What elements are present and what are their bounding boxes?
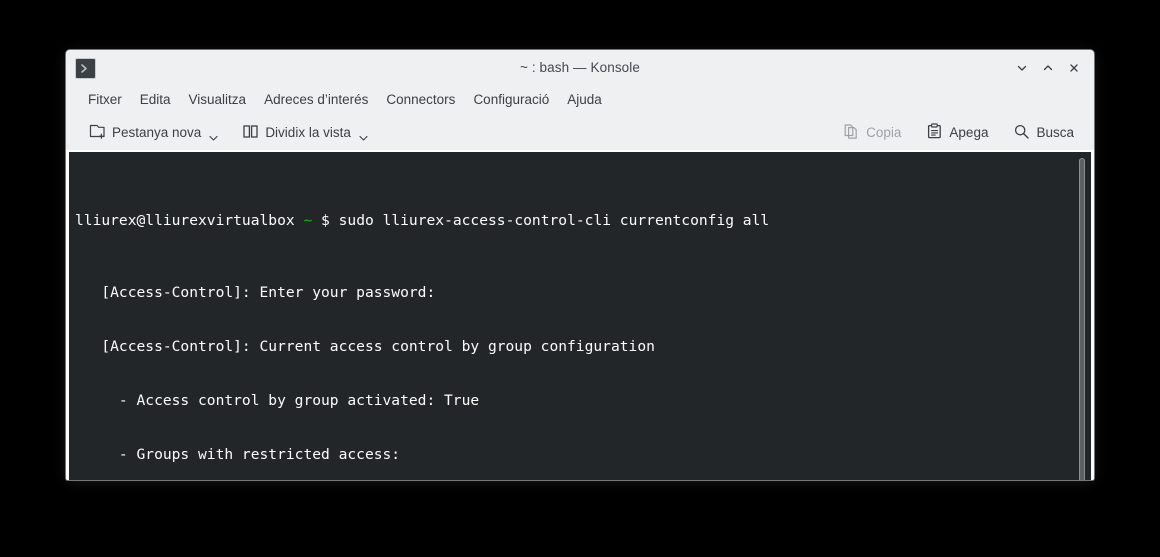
- maximize-button[interactable]: [1036, 56, 1060, 80]
- toolbar-right-group: Copia Apega: [838, 120, 1084, 144]
- menu-item-fitxer[interactable]: Fitxer: [79, 89, 131, 110]
- find-button[interactable]: Busca: [1008, 120, 1078, 144]
- chevron-down-icon[interactable]: [208, 133, 219, 144]
- konsole-window: ~ : bash — Konsole Fitxer Edita Visualit…: [66, 50, 1094, 480]
- paste-icon: [925, 123, 943, 141]
- new-tab-label: Pestanya nova: [112, 125, 201, 141]
- toolbar: Pestanya nova Dividix la vista: [66, 113, 1094, 150]
- scrollbar-thumb[interactable]: [1079, 158, 1085, 480]
- terminal-command: sudo lliurex-access-control-cli currentc…: [339, 212, 770, 229]
- find-label: Busca: [1036, 125, 1074, 141]
- terminal-output-line: [Access-Control]: Enter your password:: [75, 284, 1091, 302]
- split-view-icon: [241, 123, 259, 141]
- prompt-user-host: lliurex@lliurexvirtualbox: [75, 212, 295, 229]
- menu-item-visualitza[interactable]: Visualitza: [180, 89, 256, 110]
- terminal-view[interactable]: lliurex@lliurexvirtualbox ~ $ sudo lliur…: [69, 152, 1091, 480]
- terminal-text[interactable]: lliurex@lliurexvirtualbox ~ $ sudo lliur…: [69, 152, 1091, 480]
- terminal-prompt-icon: [75, 58, 96, 79]
- new-tab-button[interactable]: Pestanya nova: [84, 120, 223, 144]
- menu-item-connectors[interactable]: Connectors: [377, 89, 464, 110]
- new-tab-icon: [88, 123, 106, 141]
- terminal-prompt-line: lliurex@lliurexvirtualbox ~ $ sudo lliur…: [75, 212, 1091, 230]
- terminal-output-line: - Access control by group activated: Tru…: [75, 392, 1091, 410]
- copy-label: Copia: [866, 125, 901, 141]
- menu-item-edita[interactable]: Edita: [131, 89, 180, 110]
- menu-item-ajuda[interactable]: Ajuda: [558, 89, 611, 110]
- window-controls: [1010, 50, 1086, 85]
- window-title: ~ : bash — Konsole: [66, 60, 1094, 75]
- minimize-button[interactable]: [1010, 56, 1034, 80]
- screen: ~ : bash — Konsole Fitxer Edita Visualit…: [0, 0, 1160, 557]
- copy-icon: [842, 123, 860, 141]
- prompt-symbol: $: [321, 212, 330, 229]
- paste-label: Apega: [949, 125, 988, 141]
- search-icon: [1012, 123, 1030, 141]
- copy-button[interactable]: Copia: [838, 120, 905, 144]
- terminal-frame: lliurex@lliurexvirtualbox ~ $ sudo lliur…: [66, 150, 1094, 480]
- menu-item-adreces-dinteres[interactable]: Adreces d’interés: [255, 89, 377, 110]
- chevron-down-icon[interactable]: [358, 133, 369, 144]
- toolbar-left-group: Pestanya nova Dividix la vista: [84, 120, 373, 144]
- close-button[interactable]: [1062, 56, 1086, 80]
- split-view-button[interactable]: Dividix la vista: [237, 120, 373, 144]
- menubar: Fitxer Edita Visualitza Adreces d’interé…: [66, 85, 1094, 113]
- terminal-output-line: - Groups with restricted access:: [75, 446, 1091, 464]
- paste-button[interactable]: Apega: [921, 120, 992, 144]
- split-view-label: Dividix la vista: [265, 125, 351, 141]
- menu-item-configuracio[interactable]: Configuració: [464, 89, 558, 110]
- terminal-output-line: [Access-Control]: Current access control…: [75, 338, 1091, 356]
- titlebar[interactable]: ~ : bash — Konsole: [66, 50, 1094, 85]
- vertical-scrollbar[interactable]: [1076, 152, 1088, 480]
- prompt-path: ~: [303, 212, 312, 229]
